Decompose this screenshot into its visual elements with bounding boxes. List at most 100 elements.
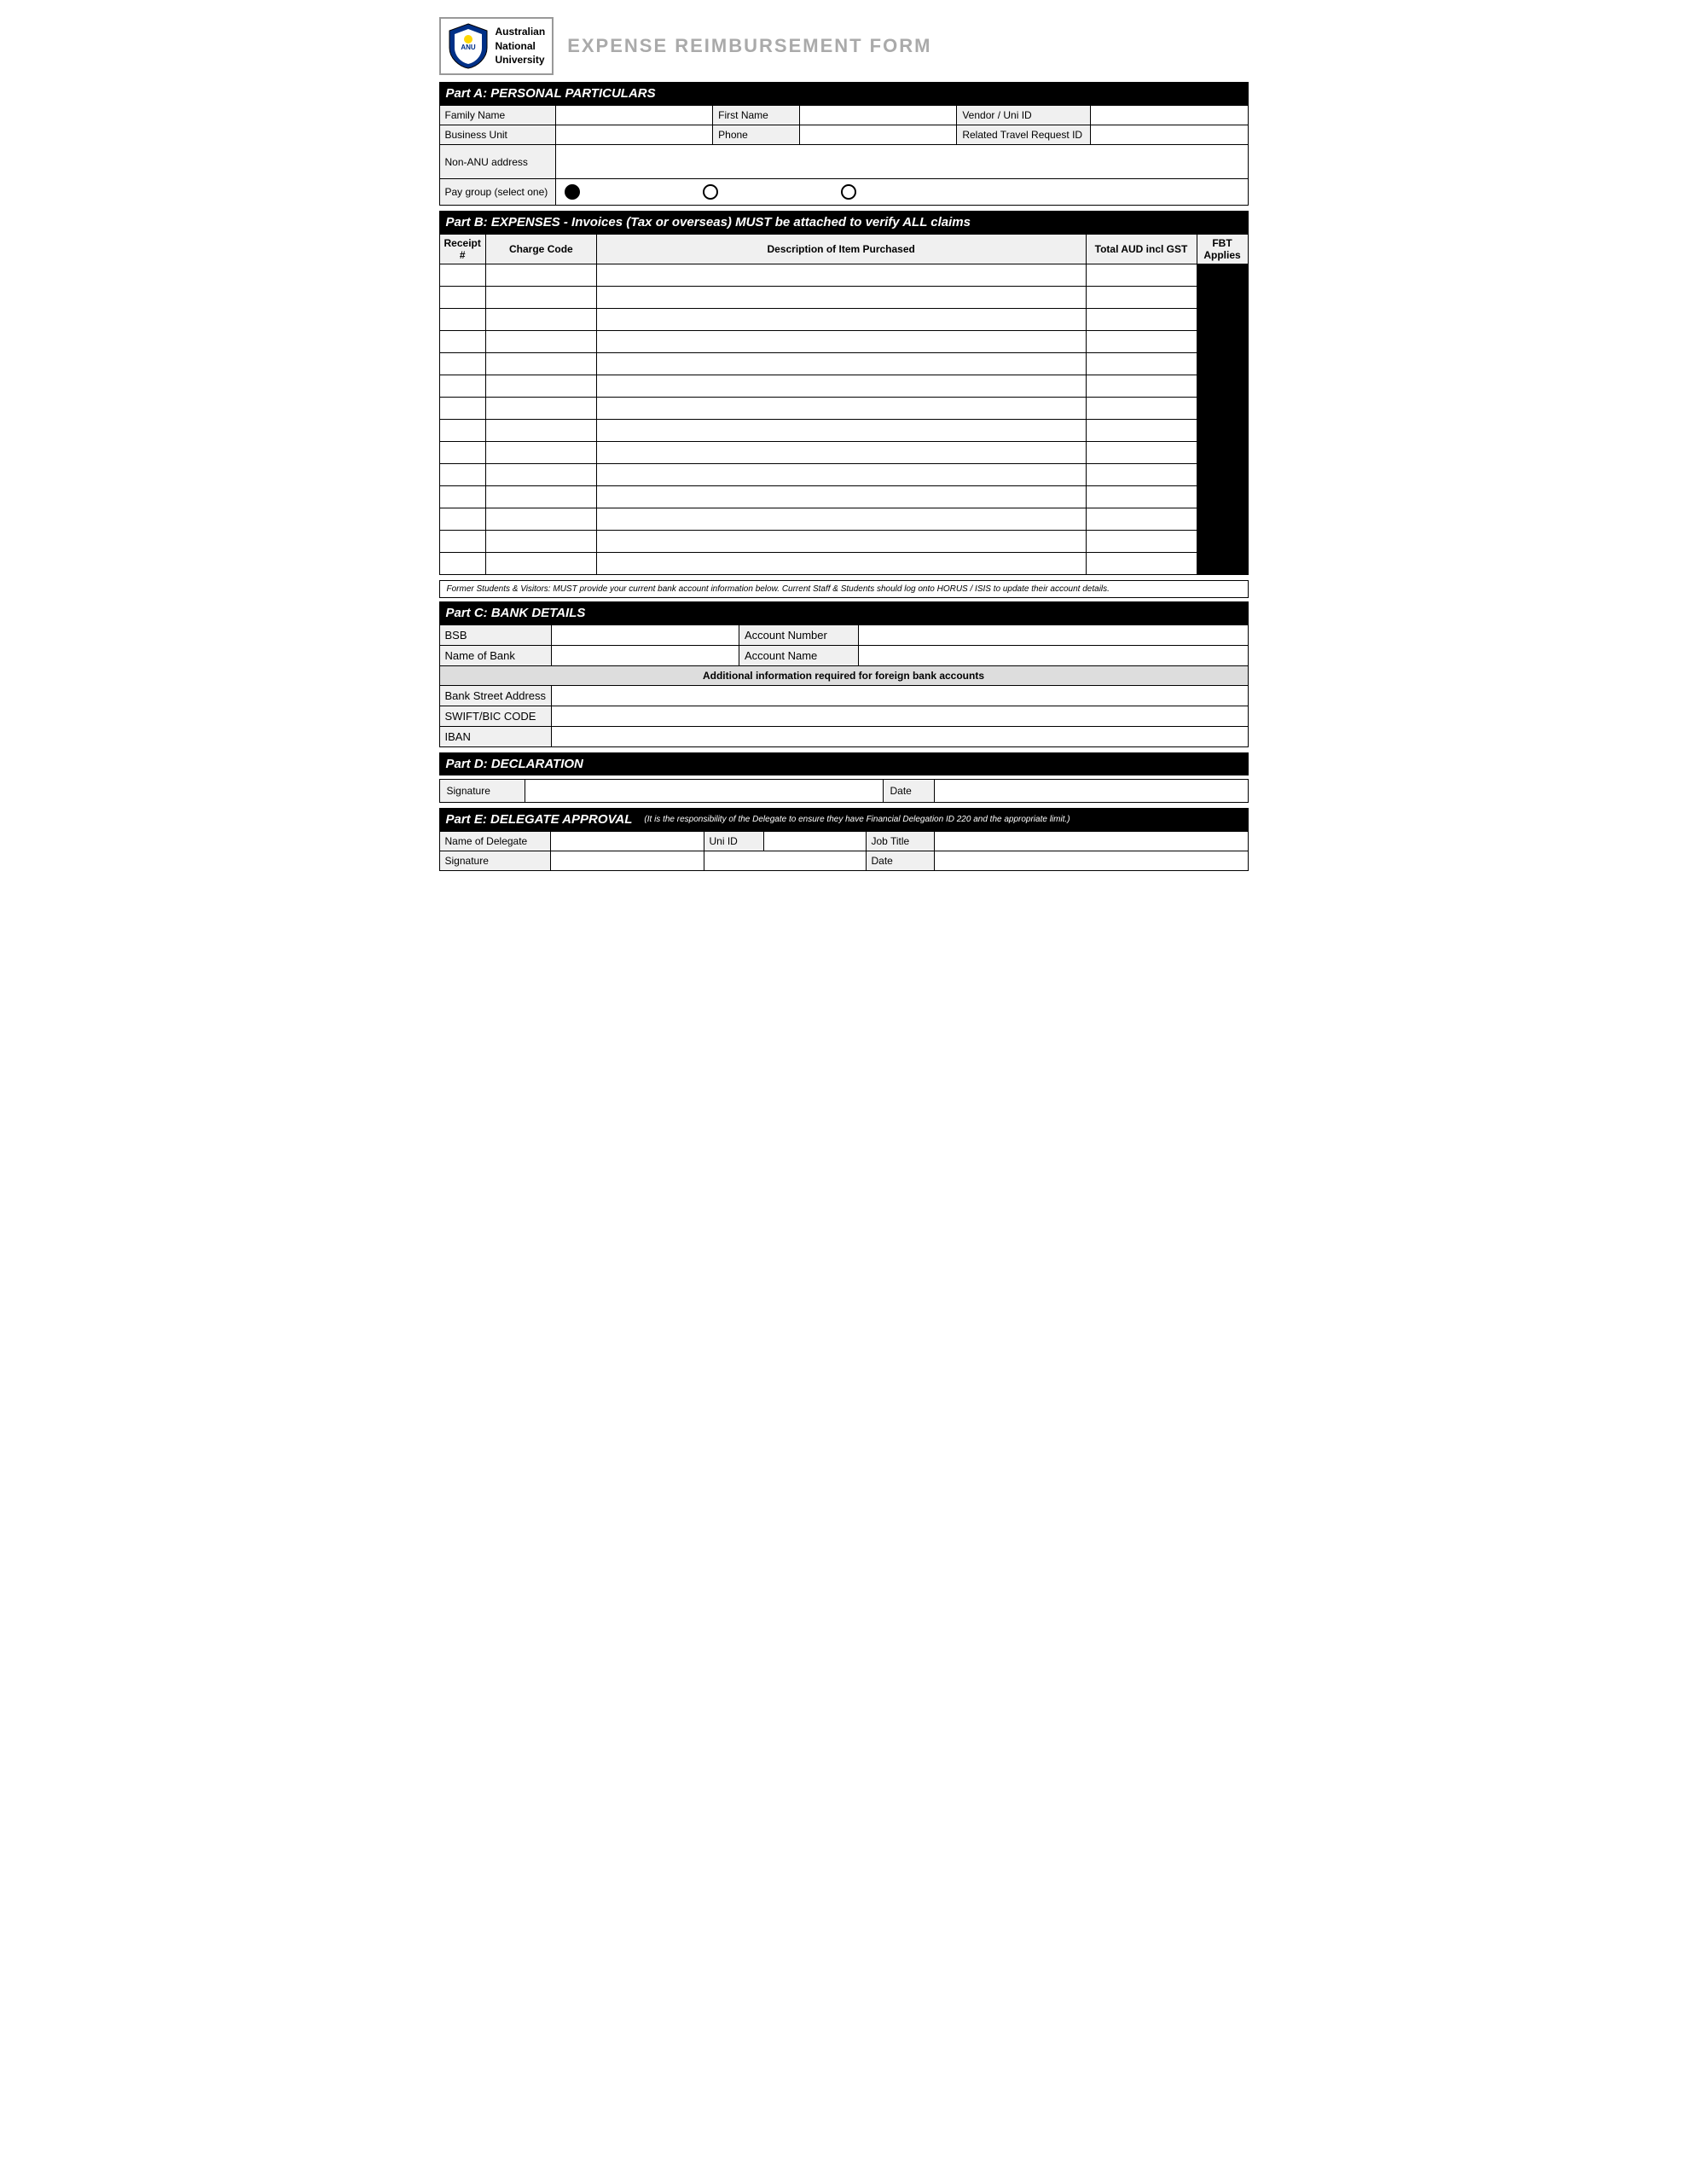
description-cell[interactable] bbox=[596, 531, 1086, 553]
signature-input-cell[interactable] bbox=[525, 780, 883, 803]
fbt-checkbox-cell[interactable] bbox=[1197, 353, 1248, 375]
total-aud-cell[interactable] bbox=[1086, 553, 1197, 575]
receipt-num-cell[interactable] bbox=[439, 486, 485, 508]
fbt-checkbox-cell[interactable] bbox=[1197, 486, 1248, 508]
charge-code-cell[interactable] bbox=[485, 264, 596, 287]
receipt-num-cell[interactable] bbox=[439, 420, 485, 442]
family-name-input-cell[interactable] bbox=[556, 106, 713, 125]
phone-input-cell[interactable] bbox=[800, 125, 957, 145]
job-title-input[interactable] bbox=[934, 832, 1248, 851]
total-aud-cell[interactable] bbox=[1086, 508, 1197, 531]
fbt-checkbox-cell[interactable] bbox=[1197, 442, 1248, 464]
description-cell[interactable] bbox=[596, 264, 1086, 287]
description-cell[interactable] bbox=[596, 553, 1086, 575]
account-number-input-cell[interactable] bbox=[859, 625, 1248, 646]
receipt-num-cell[interactable] bbox=[439, 398, 485, 420]
account-name-input-cell[interactable] bbox=[859, 646, 1248, 666]
receipt-num-cell[interactable] bbox=[439, 508, 485, 531]
date-input-cell[interactable] bbox=[934, 780, 1248, 803]
total-aud-cell[interactable] bbox=[1086, 309, 1197, 331]
description-cell[interactable] bbox=[596, 353, 1086, 375]
fbt-checkbox-cell[interactable] bbox=[1197, 264, 1248, 287]
fbt-checkbox-cell[interactable] bbox=[1197, 420, 1248, 442]
fbt-checkbox-cell[interactable] bbox=[1197, 398, 1248, 420]
charge-code-cell[interactable] bbox=[485, 398, 596, 420]
description-cell[interactable] bbox=[596, 420, 1086, 442]
fbt-checkbox-cell[interactable] bbox=[1197, 508, 1248, 531]
charge-code-cell[interactable] bbox=[485, 287, 596, 309]
receipt-num-cell[interactable] bbox=[439, 264, 485, 287]
receipt-num-cell[interactable] bbox=[439, 353, 485, 375]
total-aud-cell[interactable] bbox=[1086, 331, 1197, 353]
charge-code-cell[interactable] bbox=[485, 353, 596, 375]
description-cell[interactable] bbox=[596, 486, 1086, 508]
receipt-num-cell[interactable] bbox=[439, 287, 485, 309]
iban-input-cell[interactable] bbox=[552, 727, 1248, 747]
description-cell[interactable] bbox=[596, 331, 1086, 353]
pay-group-option-2[interactable] bbox=[703, 184, 722, 200]
charge-code-cell[interactable] bbox=[485, 420, 596, 442]
charge-code-cell[interactable] bbox=[485, 464, 596, 486]
total-aud-cell[interactable] bbox=[1086, 264, 1197, 287]
fbt-checkbox-cell[interactable] bbox=[1197, 531, 1248, 553]
delegate-date-input[interactable] bbox=[934, 851, 1248, 871]
total-aud-cell[interactable] bbox=[1086, 531, 1197, 553]
charge-code-cell[interactable] bbox=[485, 442, 596, 464]
delegate-signature-input[interactable] bbox=[550, 851, 704, 871]
description-cell[interactable] bbox=[596, 442, 1086, 464]
swift-bic-input-cell[interactable] bbox=[552, 706, 1248, 727]
name-of-bank-input-cell[interactable] bbox=[552, 646, 739, 666]
total-aud-cell[interactable] bbox=[1086, 486, 1197, 508]
fbt-checkbox-cell[interactable] bbox=[1197, 375, 1248, 398]
total-aud-cell[interactable] bbox=[1086, 287, 1197, 309]
total-aud-cell[interactable] bbox=[1086, 398, 1197, 420]
charge-code-cell[interactable] bbox=[485, 486, 596, 508]
receipt-num-cell[interactable] bbox=[439, 531, 485, 553]
description-cell[interactable] bbox=[596, 508, 1086, 531]
related-travel-input-cell[interactable] bbox=[1091, 125, 1248, 145]
charge-code-cell[interactable] bbox=[485, 375, 596, 398]
first-name-input-cell[interactable] bbox=[800, 106, 957, 125]
charge-code-cell[interactable] bbox=[485, 331, 596, 353]
name-of-delegate-input[interactable] bbox=[550, 832, 704, 851]
bank-street-label: Bank Street Address bbox=[439, 686, 552, 706]
description-cell[interactable] bbox=[596, 287, 1086, 309]
fbt-checkbox-cell[interactable] bbox=[1197, 331, 1248, 353]
fbt-checkbox-cell[interactable] bbox=[1197, 553, 1248, 575]
total-aud-cell[interactable] bbox=[1086, 420, 1197, 442]
pay-group-option-1[interactable] bbox=[565, 184, 583, 200]
receipt-num-cell[interactable] bbox=[439, 442, 485, 464]
account-number-label: Account Number bbox=[739, 625, 859, 646]
vendor-uni-id-input-cell[interactable] bbox=[1091, 106, 1248, 125]
total-aud-cell[interactable] bbox=[1086, 464, 1197, 486]
total-aud-cell[interactable] bbox=[1086, 353, 1197, 375]
fbt-checkbox-cell[interactable] bbox=[1197, 287, 1248, 309]
swift-bic-row: SWIFT/BIC CODE bbox=[439, 706, 1248, 727]
university-name: Australian National University bbox=[496, 25, 546, 67]
bank-street-input-cell[interactable] bbox=[552, 686, 1248, 706]
receipt-num-cell[interactable] bbox=[439, 375, 485, 398]
charge-code-cell[interactable] bbox=[485, 531, 596, 553]
fbt-checkbox-cell[interactable] bbox=[1197, 464, 1248, 486]
description-cell[interactable] bbox=[596, 309, 1086, 331]
description-cell[interactable] bbox=[596, 375, 1086, 398]
charge-code-col-header: Charge Code bbox=[485, 235, 596, 264]
pay-group-option-3[interactable] bbox=[841, 184, 860, 200]
bsb-input-cell[interactable] bbox=[552, 625, 739, 646]
receipt-num-cell[interactable] bbox=[439, 553, 485, 575]
total-aud-cell[interactable] bbox=[1086, 442, 1197, 464]
charge-code-cell[interactable] bbox=[485, 553, 596, 575]
uni-id-input[interactable] bbox=[763, 832, 866, 851]
description-cell[interactable] bbox=[596, 398, 1086, 420]
non-anu-address-input-cell[interactable] bbox=[556, 145, 1248, 179]
description-cell[interactable] bbox=[596, 464, 1086, 486]
receipt-num-cell[interactable] bbox=[439, 331, 485, 353]
receipt-num-cell[interactable] bbox=[439, 464, 485, 486]
charge-code-cell[interactable] bbox=[485, 508, 596, 531]
fbt-checkbox-cell[interactable] bbox=[1197, 309, 1248, 331]
business-unit-input-cell[interactable] bbox=[556, 125, 713, 145]
part-a-row-4: Pay group (select one) bbox=[439, 179, 1248, 206]
charge-code-cell[interactable] bbox=[485, 309, 596, 331]
total-aud-cell[interactable] bbox=[1086, 375, 1197, 398]
receipt-num-cell[interactable] bbox=[439, 309, 485, 331]
